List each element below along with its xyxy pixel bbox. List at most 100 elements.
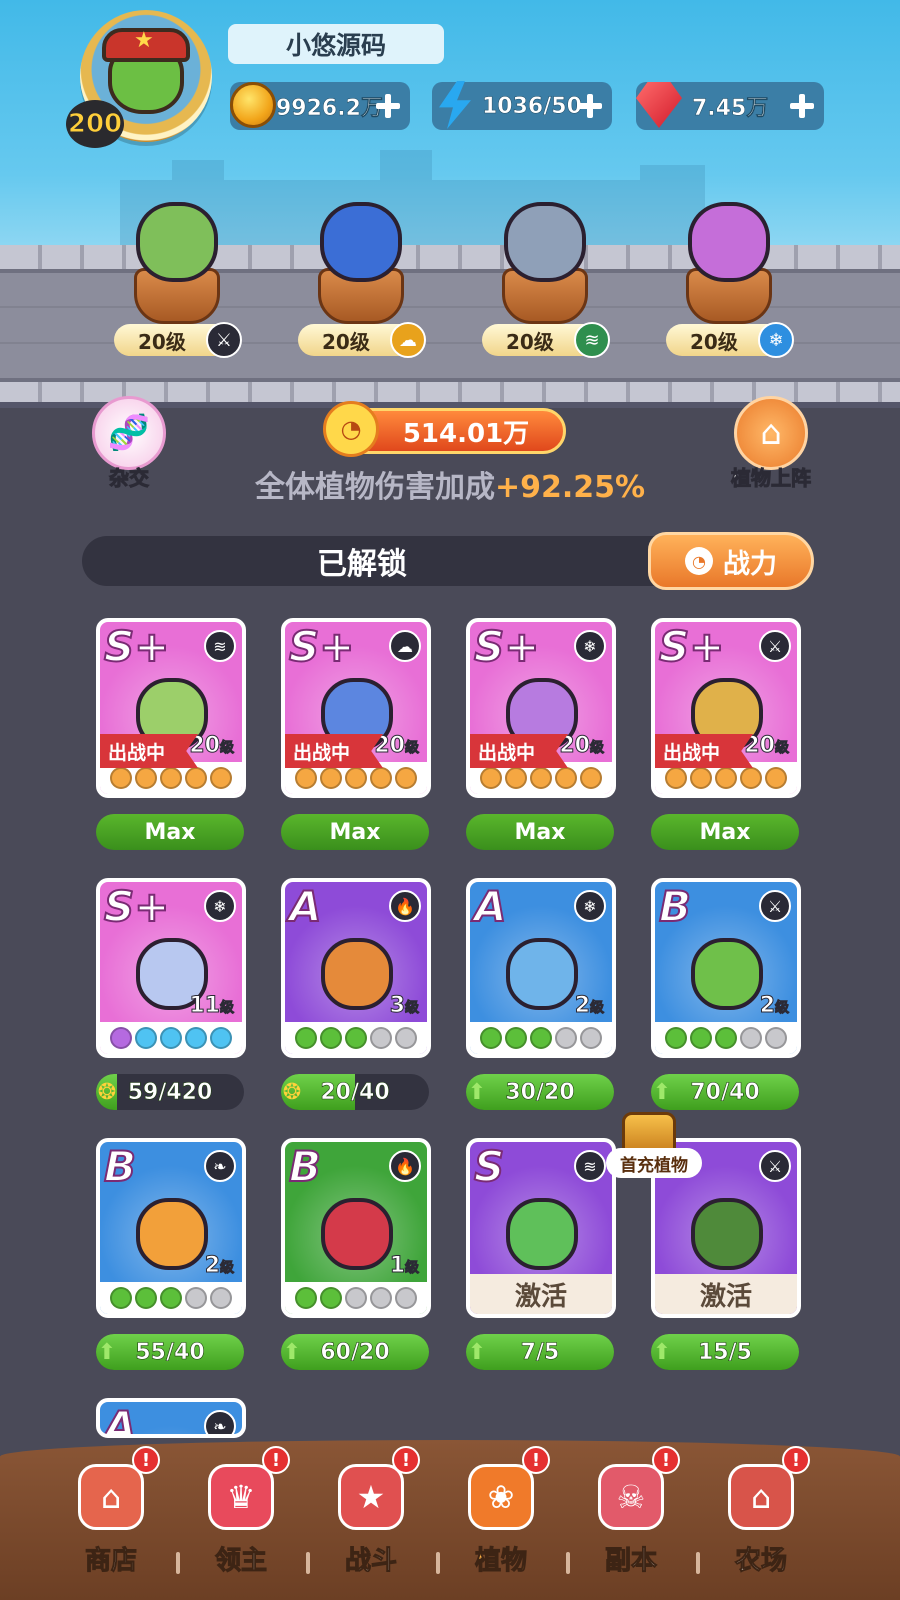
plant-card[interactable]: S+ ≋ 20级 出战中 (96, 618, 246, 798)
shard-progress-bar[interactable]: ❂ 59/420 (96, 1074, 244, 1110)
clover-icon (370, 1287, 392, 1309)
clover-icon (555, 767, 577, 789)
clover-icon (370, 1027, 392, 1049)
clover-icon (295, 1027, 317, 1049)
clover-icon (135, 1027, 157, 1049)
nav-tab[interactable]: ★ 战斗! (316, 1446, 426, 1598)
nav-tab[interactable]: ⌂ 商店! (56, 1446, 166, 1598)
shard-progress-bar[interactable]: ⬆ 55/40 (96, 1334, 244, 1370)
rank-label: S (473, 1142, 505, 1192)
plant-card[interactable]: B ⚔ 2级 (651, 878, 801, 1058)
nav-tab[interactable]: ❀ 植物! (446, 1446, 556, 1598)
plant-card[interactable]: S+ ❄ 11级 (96, 878, 246, 1058)
wind-icon: ≋ (574, 1150, 606, 1182)
deployed-tag: 出战中 (655, 734, 753, 768)
farm-icon: ⌂ (728, 1464, 794, 1530)
shard-progress-bar[interactable]: ⬆ 30/20 (466, 1074, 614, 1110)
card-level: 2级 (204, 1253, 234, 1279)
plant-card[interactable]: S+ ⚔ 20级 出战中 (651, 618, 801, 798)
notification-badge: ! (132, 1446, 160, 1474)
clover-icon (110, 1287, 132, 1309)
energy-resource[interactable]: 1036/50 (432, 81, 612, 130)
clover-icon (320, 1287, 342, 1309)
deployed-plant-2[interactable]: 20级 ☁ (296, 192, 426, 362)
player-name[interactable]: 小悠源码 (228, 24, 444, 64)
nav-separator (306, 1552, 310, 1574)
sort-by-power-button[interactable]: ◔ 战力 (648, 532, 814, 590)
plant-card[interactable]: S+ ☁ 20级 出战中 (281, 618, 431, 798)
clover-rating (100, 1282, 242, 1314)
nav-tab[interactable]: ⌂ 农场! (706, 1446, 816, 1598)
clover-icon (370, 767, 392, 789)
plant-card[interactable]: B 🔥 1级 (281, 1138, 431, 1318)
clover-icon (135, 767, 157, 789)
nav-label: 副本 (604, 1546, 657, 1577)
plant-card[interactable]: A ❧ (96, 1398, 246, 1438)
plant-card[interactable]: S ≋ 激活 (466, 1138, 616, 1318)
gem-resource[interactable]: 7.45万 (636, 82, 824, 130)
shard-progress-bar[interactable]: ⬆ 70/40 (651, 1074, 799, 1110)
clover-icon (665, 1027, 687, 1049)
clover-icon (185, 1287, 207, 1309)
card-level: 1级 (389, 1253, 419, 1279)
clover-icon (110, 1027, 132, 1049)
power-value: 514.01万 (402, 418, 530, 449)
rank-label: A (288, 882, 322, 932)
add-gem-icon[interactable] (790, 94, 814, 118)
activate-label: 激活 (470, 1274, 612, 1314)
card-level-number: 2 (759, 993, 775, 1019)
add-energy-icon[interactable] (578, 94, 602, 118)
gold-resource[interactable]: 9926.2万 (230, 82, 410, 130)
clover-icon (690, 767, 712, 789)
clover-icon (160, 767, 182, 789)
deploy-plants-button[interactable]: ⌂ (734, 396, 808, 470)
deployed-plant-3[interactable]: 20级 ≋ (480, 192, 610, 362)
plant-sprite (506, 1198, 578, 1270)
card-level-unit: 级 (775, 740, 790, 757)
add-gold-icon[interactable] (376, 94, 400, 118)
plant-card[interactable]: S+ ❄ 20级 出战中 (466, 618, 616, 798)
first-charge-badge[interactable]: 首充植物 (606, 1112, 702, 1192)
max-level-badge: Max (281, 814, 429, 850)
leaf-icon: ❧ (204, 1150, 236, 1182)
rank-label: B (103, 1142, 137, 1192)
clover-icon (580, 1027, 602, 1049)
shard-progress-bar[interactable]: ❂ 20/40 (281, 1074, 429, 1110)
ruby-gem-icon (632, 78, 686, 132)
lord-icon: ♛ (208, 1464, 274, 1530)
clover-icon (320, 1027, 342, 1049)
plant-book-icon: ❀ (468, 1464, 534, 1530)
plant-sprite (320, 202, 402, 282)
rank-label: S+ (288, 622, 355, 672)
deployed-tag: 出战中 (285, 734, 383, 768)
plant-sprite (504, 202, 586, 282)
shard-progress-bar[interactable]: ⬆ 7/5 (466, 1334, 614, 1370)
nav-label: 战斗 (344, 1546, 397, 1577)
snowflake-icon: ❄ (758, 322, 794, 358)
gold-amount: 9926.2万 (276, 96, 383, 122)
wind-icon: ≋ (574, 322, 610, 358)
card-level-unit: 级 (220, 1000, 235, 1017)
plant-card[interactable]: A ❄ 2级 (466, 878, 616, 1058)
clover-icon (160, 1287, 182, 1309)
deployed-plant-1[interactable]: 20级 ⚔ (112, 192, 242, 362)
clover-icon (210, 1027, 232, 1049)
clover-icon (295, 767, 317, 789)
battle-icon: ★ (338, 1464, 404, 1530)
notification-badge: ! (392, 1446, 420, 1474)
shard-progress-bar[interactable]: ⬆ 60/20 (281, 1334, 429, 1370)
plant-card[interactable]: B ❧ 2级 (96, 1138, 246, 1318)
hybrid-button[interactable]: 🧬 (92, 396, 166, 470)
shard-progress-bar[interactable]: ⬆ 15/5 (651, 1334, 799, 1370)
deployed-plant-4[interactable]: 20级 ❄ (664, 192, 794, 362)
nav-separator (566, 1552, 570, 1574)
sort-label: 战力 (723, 548, 777, 580)
card-level: 3级 (389, 993, 419, 1019)
plant-card[interactable]: A 🔥 3级 (281, 878, 431, 1058)
shard-progress-text: 20/40 (320, 1079, 390, 1105)
clover-icon (740, 767, 762, 789)
nav-tab[interactable]: ♛ 领主! (186, 1446, 296, 1598)
nav-tab[interactable]: ☠ 副本! (576, 1446, 686, 1598)
clover-icon (530, 767, 552, 789)
card-level: 2级 (759, 993, 789, 1019)
